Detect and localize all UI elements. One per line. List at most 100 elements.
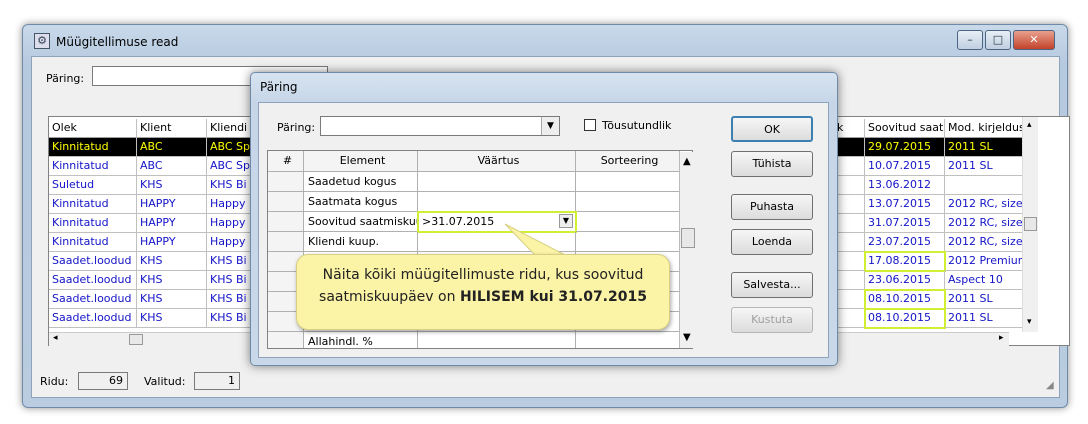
maximize-button[interactable]: □ xyxy=(985,30,1011,50)
table-cell-mod: 2012 Premium xyxy=(945,252,1023,271)
minimize-button[interactable]: – xyxy=(957,30,983,50)
rows-label: Ridu: xyxy=(40,375,69,388)
scroll-down-icon[interactable]: ▾ xyxy=(1027,317,1032,327)
row-marker xyxy=(268,232,304,252)
vertical-scroll-thumb[interactable] xyxy=(1024,217,1037,231)
table-cell-olek: Saadet.loodud xyxy=(49,271,137,290)
explanation-callout: Näita kõiki müügitellimuste ridu, kus so… xyxy=(296,254,670,330)
table-cell-klient: KHS xyxy=(137,290,207,309)
table-cell-olek: Suletud xyxy=(49,176,137,195)
dialog-query-select[interactable]: ▼ xyxy=(320,116,560,136)
table-cell-mod: 2012 RC, size xyxy=(945,214,1023,233)
table-cell-klient: KHS xyxy=(137,271,207,290)
criteria-scroll-up-icon[interactable]: ▲ xyxy=(683,156,691,167)
table-cell-kp: 10.07.2015 xyxy=(865,157,945,176)
row-marker xyxy=(268,332,304,348)
case-sensitive-checkbox[interactable] xyxy=(584,119,596,131)
dialog-title: Päring xyxy=(260,80,298,94)
table-cell-nimi: Happy xyxy=(207,214,251,233)
column-header[interactable]: Kliendi r xyxy=(207,119,251,138)
table-cell-mod: 2012 RC, size xyxy=(945,195,1023,214)
criteria-scrollbar[interactable]: ▲ ▼ xyxy=(679,152,696,348)
ok-button[interactable]: OK xyxy=(731,116,813,142)
query-label: Päring: xyxy=(46,72,85,85)
criteria-cell-element[interactable]: Saatmata kogus xyxy=(304,192,418,212)
table-cell-klient: ABC xyxy=(137,157,207,176)
table-cell-nimi: Happy xyxy=(207,195,251,214)
criteria-cell-value[interactable] xyxy=(418,172,576,192)
criteria-cell-sort[interactable] xyxy=(576,332,680,348)
scroll-right-icon[interactable]: ▸ xyxy=(999,333,1004,343)
callout-line-2-bold: HILISEM kui 31.07.2015 xyxy=(459,289,647,305)
criteria-column-header: Väärtus xyxy=(418,151,576,172)
column-header[interactable]: Mod. kirjeldus xyxy=(945,119,1023,138)
table-cell-mod: 2011 SL xyxy=(945,309,1023,328)
criteria-cell-sort[interactable] xyxy=(576,212,680,232)
dialog-query-label: Päring: xyxy=(277,121,316,134)
criteria-row[interactable]: Soovitud saatmiskuu >31.07.2015 ▼ xyxy=(268,211,680,233)
table-cell-kp: 23.06.2015 xyxy=(865,271,945,290)
resize-grip-icon[interactable]: ◢ xyxy=(1046,380,1054,391)
criteria-scroll-thumb[interactable] xyxy=(681,228,695,248)
table-cell-klient: HAPPY xyxy=(137,214,207,233)
scroll-left-icon[interactable]: ◂ xyxy=(53,333,58,343)
column-header[interactable]: Olek xyxy=(49,119,137,138)
app-icon: ⚙ xyxy=(34,33,50,49)
table-cell-mod: 2011 SL xyxy=(945,138,1023,157)
column-header[interactable]: Soovitud saatm xyxy=(865,119,945,138)
criteria-cell-sort[interactable] xyxy=(576,232,680,252)
row-marker xyxy=(268,212,304,232)
selected-count: 1 xyxy=(194,372,240,390)
close-button[interactable]: ✕ xyxy=(1013,30,1055,50)
criteria-cell-value[interactable] xyxy=(418,332,576,348)
table-cell-kp: 08.10.2015 xyxy=(864,308,946,329)
table-cell-olek: Saadet.loodud xyxy=(49,309,137,328)
criteria-scroll-down-icon[interactable]: ▼ xyxy=(683,332,691,343)
table-cell-klient: KHS xyxy=(137,252,207,271)
table-cell-olek: Kinnitatud xyxy=(49,233,137,252)
criteria-cell-element[interactable]: Kliendi kuup. xyxy=(304,232,418,252)
criteria-row[interactable]: Saadetud kogus xyxy=(268,172,680,192)
table-cell-nimi: KHS Bi xyxy=(207,290,251,309)
table-cell-kp: 17.08.2015 xyxy=(864,251,946,272)
criteria-cell-value[interactable] xyxy=(418,192,576,212)
table-cell-kp: 13.07.2015 xyxy=(865,195,945,214)
criteria-column-header: Element xyxy=(304,151,418,172)
criteria-row[interactable]: Saatmata kogus xyxy=(268,192,680,212)
criteria-cell-element[interactable]: Allahindl. % xyxy=(304,332,418,348)
table-cell-nimi: ABC Sp xyxy=(207,138,251,157)
criteria-cell-sort[interactable] xyxy=(576,172,680,192)
criteria-row[interactable]: Allahindl. % xyxy=(268,332,680,348)
save-button[interactable]: Salvesta... xyxy=(731,272,813,298)
case-sensitive-label: Tõusutundlik xyxy=(602,119,672,132)
table-cell-klient: KHS xyxy=(137,176,207,195)
table-cell-klient: HAPPY xyxy=(137,233,207,252)
table-cell-nimi: Happy xyxy=(207,233,251,252)
vertical-scrollbar[interactable]: ▴ ▾ xyxy=(1022,117,1038,332)
read-button[interactable]: Loenda xyxy=(731,229,813,255)
criteria-column-header: # xyxy=(268,151,304,172)
criteria-row[interactable]: Kliendi kuup. xyxy=(268,232,680,252)
table-cell-mod: 2011 SL xyxy=(945,157,1023,176)
callout-line-2-prefix: saatmiskuupäev on xyxy=(319,289,456,305)
dropdown-arrow-icon[interactable]: ▼ xyxy=(541,117,559,135)
table-cell-kp: 31.07.2015 xyxy=(865,214,945,233)
table-cell-klient: ABC xyxy=(137,138,207,157)
table-cell-kp: 23.07.2015 xyxy=(865,233,945,252)
scroll-up-icon[interactable]: ▴ xyxy=(1027,120,1032,130)
criteria-cell-sort[interactable] xyxy=(576,192,680,212)
table-cell-klient: HAPPY xyxy=(137,195,207,214)
horizontal-scroll-thumb[interactable] xyxy=(129,334,143,345)
delete-button[interactable]: Kustuta xyxy=(731,307,813,333)
table-cell-mod: 2011 SL xyxy=(945,290,1023,309)
criteria-cell-element[interactable]: Saadetud kogus xyxy=(304,172,418,192)
clear-button[interactable]: Puhasta xyxy=(731,194,813,220)
criteria-cell-element[interactable]: Soovitud saatmiskuu xyxy=(304,212,418,232)
column-header[interactable]: Klient xyxy=(137,119,207,138)
table-cell-olek: Saadet.loodud xyxy=(49,252,137,271)
callout-line-2: saatmiskuupäev on HILISEM kui 31.07.2015 xyxy=(297,286,669,308)
cancel-button[interactable]: Tühista xyxy=(731,151,813,177)
row-marker xyxy=(268,192,304,212)
criteria-header: # Element Väärtus Sorteering xyxy=(268,151,680,172)
table-cell-olek: Kinnitatud xyxy=(49,195,137,214)
